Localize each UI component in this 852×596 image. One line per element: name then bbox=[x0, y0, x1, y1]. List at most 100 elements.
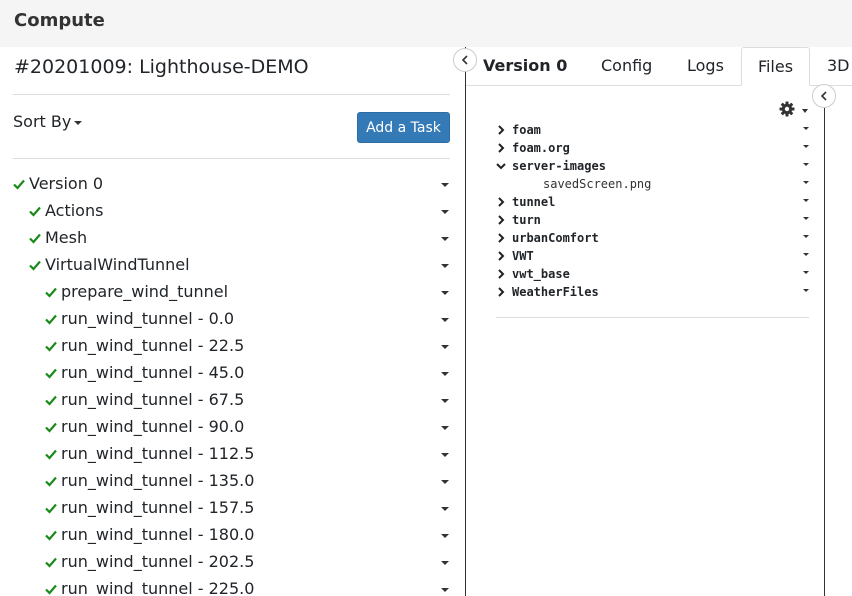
file-name: vwt_base bbox=[512, 267, 570, 281]
folder-row[interactable]: VWT bbox=[466, 248, 824, 266]
file-menu-caret-icon[interactable] bbox=[803, 289, 809, 292]
chevron-right-icon[interactable] bbox=[496, 143, 506, 153]
task-row[interactable]: run_wind_tunnel - 90.0 bbox=[0, 415, 465, 442]
task-menu-caret-icon[interactable] bbox=[441, 318, 449, 322]
tab-logs[interactable]: Logs bbox=[687, 47, 724, 85]
file-menu-caret-icon[interactable] bbox=[803, 199, 809, 202]
file-menu-caret-icon[interactable] bbox=[803, 217, 809, 220]
tab-files[interactable]: Files bbox=[741, 47, 810, 86]
task-menu-caret-icon[interactable] bbox=[441, 507, 449, 511]
file-name: WeatherFiles bbox=[512, 285, 599, 299]
task-menu-caret-icon[interactable] bbox=[441, 534, 449, 538]
folder-row[interactable]: WeatherFiles bbox=[466, 284, 824, 302]
folder-row[interactable]: foam.org bbox=[466, 140, 824, 158]
task-row[interactable]: prepare_wind_tunnel bbox=[0, 280, 465, 307]
gear-dropdown-caret-icon[interactable] bbox=[802, 109, 808, 113]
file-menu-caret-icon[interactable] bbox=[803, 181, 809, 184]
file-menu-caret-icon[interactable] bbox=[803, 271, 809, 274]
task-label: VirtualWindTunnel bbox=[45, 255, 190, 274]
file-menu-caret-icon[interactable] bbox=[803, 253, 809, 256]
task-label: run_wind_tunnel - 225.0 bbox=[61, 579, 255, 596]
file-menu-caret-icon[interactable] bbox=[803, 127, 809, 130]
divider-line bbox=[496, 317, 809, 318]
add-task-button[interactable]: Add a Task bbox=[357, 112, 450, 143]
chevron-right-icon[interactable] bbox=[496, 251, 506, 261]
task-menu-caret-icon[interactable] bbox=[441, 588, 449, 592]
chevron-right-icon[interactable] bbox=[496, 215, 506, 225]
task-label: run_wind_tunnel - 157.5 bbox=[61, 498, 255, 517]
task-menu-caret-icon[interactable] bbox=[441, 264, 449, 268]
file-menu-caret-icon[interactable] bbox=[803, 163, 809, 166]
task-label: Mesh bbox=[45, 228, 88, 247]
task-row[interactable]: run_wind_tunnel - 180.0 bbox=[0, 523, 465, 550]
folder-row[interactable]: urbanComfort bbox=[466, 230, 824, 248]
task-menu-caret-icon[interactable] bbox=[441, 291, 449, 295]
task-label: run_wind_tunnel - 67.5 bbox=[61, 390, 245, 409]
check-icon bbox=[29, 260, 41, 271]
task-row[interactable]: run_wind_tunnel - 202.5 bbox=[0, 550, 465, 577]
chevron-right-icon[interactable] bbox=[496, 125, 506, 135]
folder-row[interactable]: foam bbox=[466, 122, 824, 140]
check-icon bbox=[13, 179, 25, 190]
folder-row[interactable]: vwt_base bbox=[466, 266, 824, 284]
task-row[interactable]: run_wind_tunnel - 22.5 bbox=[0, 334, 465, 361]
chevron-down-icon[interactable] bbox=[496, 161, 506, 171]
folder-row[interactable]: turn bbox=[466, 212, 824, 230]
job-title: #20201009: Lighthouse-DEMO bbox=[14, 56, 309, 78]
chevron-right-icon[interactable] bbox=[496, 287, 506, 297]
task-row[interactable]: Mesh bbox=[0, 226, 465, 253]
task-row[interactable]: run_wind_tunnel - 0.0 bbox=[0, 307, 465, 334]
task-menu-caret-icon[interactable] bbox=[441, 210, 449, 214]
gear-icon[interactable] bbox=[779, 101, 795, 117]
tab-3d[interactable]: 3D bbox=[827, 47, 850, 85]
task-menu-caret-icon[interactable] bbox=[441, 372, 449, 376]
check-icon bbox=[45, 287, 57, 298]
file-name: server-images bbox=[512, 159, 606, 173]
folder-row[interactable]: server-images bbox=[466, 158, 824, 176]
task-menu-caret-icon[interactable] bbox=[441, 561, 449, 565]
check-icon bbox=[45, 395, 57, 406]
chevron-right-icon[interactable] bbox=[496, 233, 506, 243]
check-icon bbox=[45, 368, 57, 379]
check-icon bbox=[45, 314, 57, 325]
task-label: run_wind_tunnel - 180.0 bbox=[61, 525, 255, 544]
tab-config[interactable]: Config bbox=[601, 47, 652, 85]
file-row[interactable]: savedScreen.png bbox=[466, 176, 824, 194]
task-row[interactable]: Version 0 bbox=[0, 172, 465, 199]
file-menu-caret-icon[interactable] bbox=[803, 235, 809, 238]
task-menu-caret-icon[interactable] bbox=[441, 183, 449, 187]
chevron-right-icon[interactable] bbox=[496, 197, 506, 207]
check-icon bbox=[45, 503, 57, 514]
check-icon bbox=[45, 476, 57, 487]
task-row[interactable]: run_wind_tunnel - 45.0 bbox=[0, 361, 465, 388]
tab-bar: Version 0 Config Logs Files 3D bbox=[466, 47, 852, 86]
task-row[interactable]: run_wind_tunnel - 157.5 bbox=[0, 496, 465, 523]
task-row[interactable]: run_wind_tunnel - 225.0 bbox=[0, 577, 465, 596]
chevron-right-icon[interactable] bbox=[496, 269, 506, 279]
task-menu-caret-icon[interactable] bbox=[441, 237, 449, 241]
top-bar: Compute bbox=[0, 0, 852, 47]
task-menu-caret-icon[interactable] bbox=[441, 453, 449, 457]
file-name: turn bbox=[512, 213, 541, 227]
task-row[interactable]: Actions bbox=[0, 199, 465, 226]
task-menu-caret-icon[interactable] bbox=[441, 426, 449, 430]
task-row[interactable]: run_wind_tunnel - 112.5 bbox=[0, 442, 465, 469]
task-row[interactable]: run_wind_tunnel - 67.5 bbox=[0, 388, 465, 415]
tab-version-heading: Version 0 bbox=[483, 56, 568, 75]
task-label: run_wind_tunnel - 45.0 bbox=[61, 363, 245, 382]
divider-line bbox=[13, 94, 450, 95]
task-row[interactable]: run_wind_tunnel - 135.0 bbox=[0, 469, 465, 496]
task-label: Version 0 bbox=[29, 174, 104, 193]
sort-by-dropdown[interactable]: Sort By bbox=[13, 112, 83, 131]
task-menu-caret-icon[interactable] bbox=[441, 399, 449, 403]
task-label: run_wind_tunnel - 0.0 bbox=[61, 309, 235, 328]
caret-down-icon bbox=[74, 120, 83, 125]
task-menu-caret-icon[interactable] bbox=[441, 345, 449, 349]
check-icon bbox=[45, 530, 57, 541]
task-row[interactable]: VirtualWindTunnel bbox=[0, 253, 465, 280]
check-icon bbox=[45, 422, 57, 433]
check-icon bbox=[45, 449, 57, 460]
folder-row[interactable]: tunnel bbox=[466, 194, 824, 212]
task-menu-caret-icon[interactable] bbox=[441, 480, 449, 484]
file-menu-caret-icon[interactable] bbox=[803, 145, 809, 148]
